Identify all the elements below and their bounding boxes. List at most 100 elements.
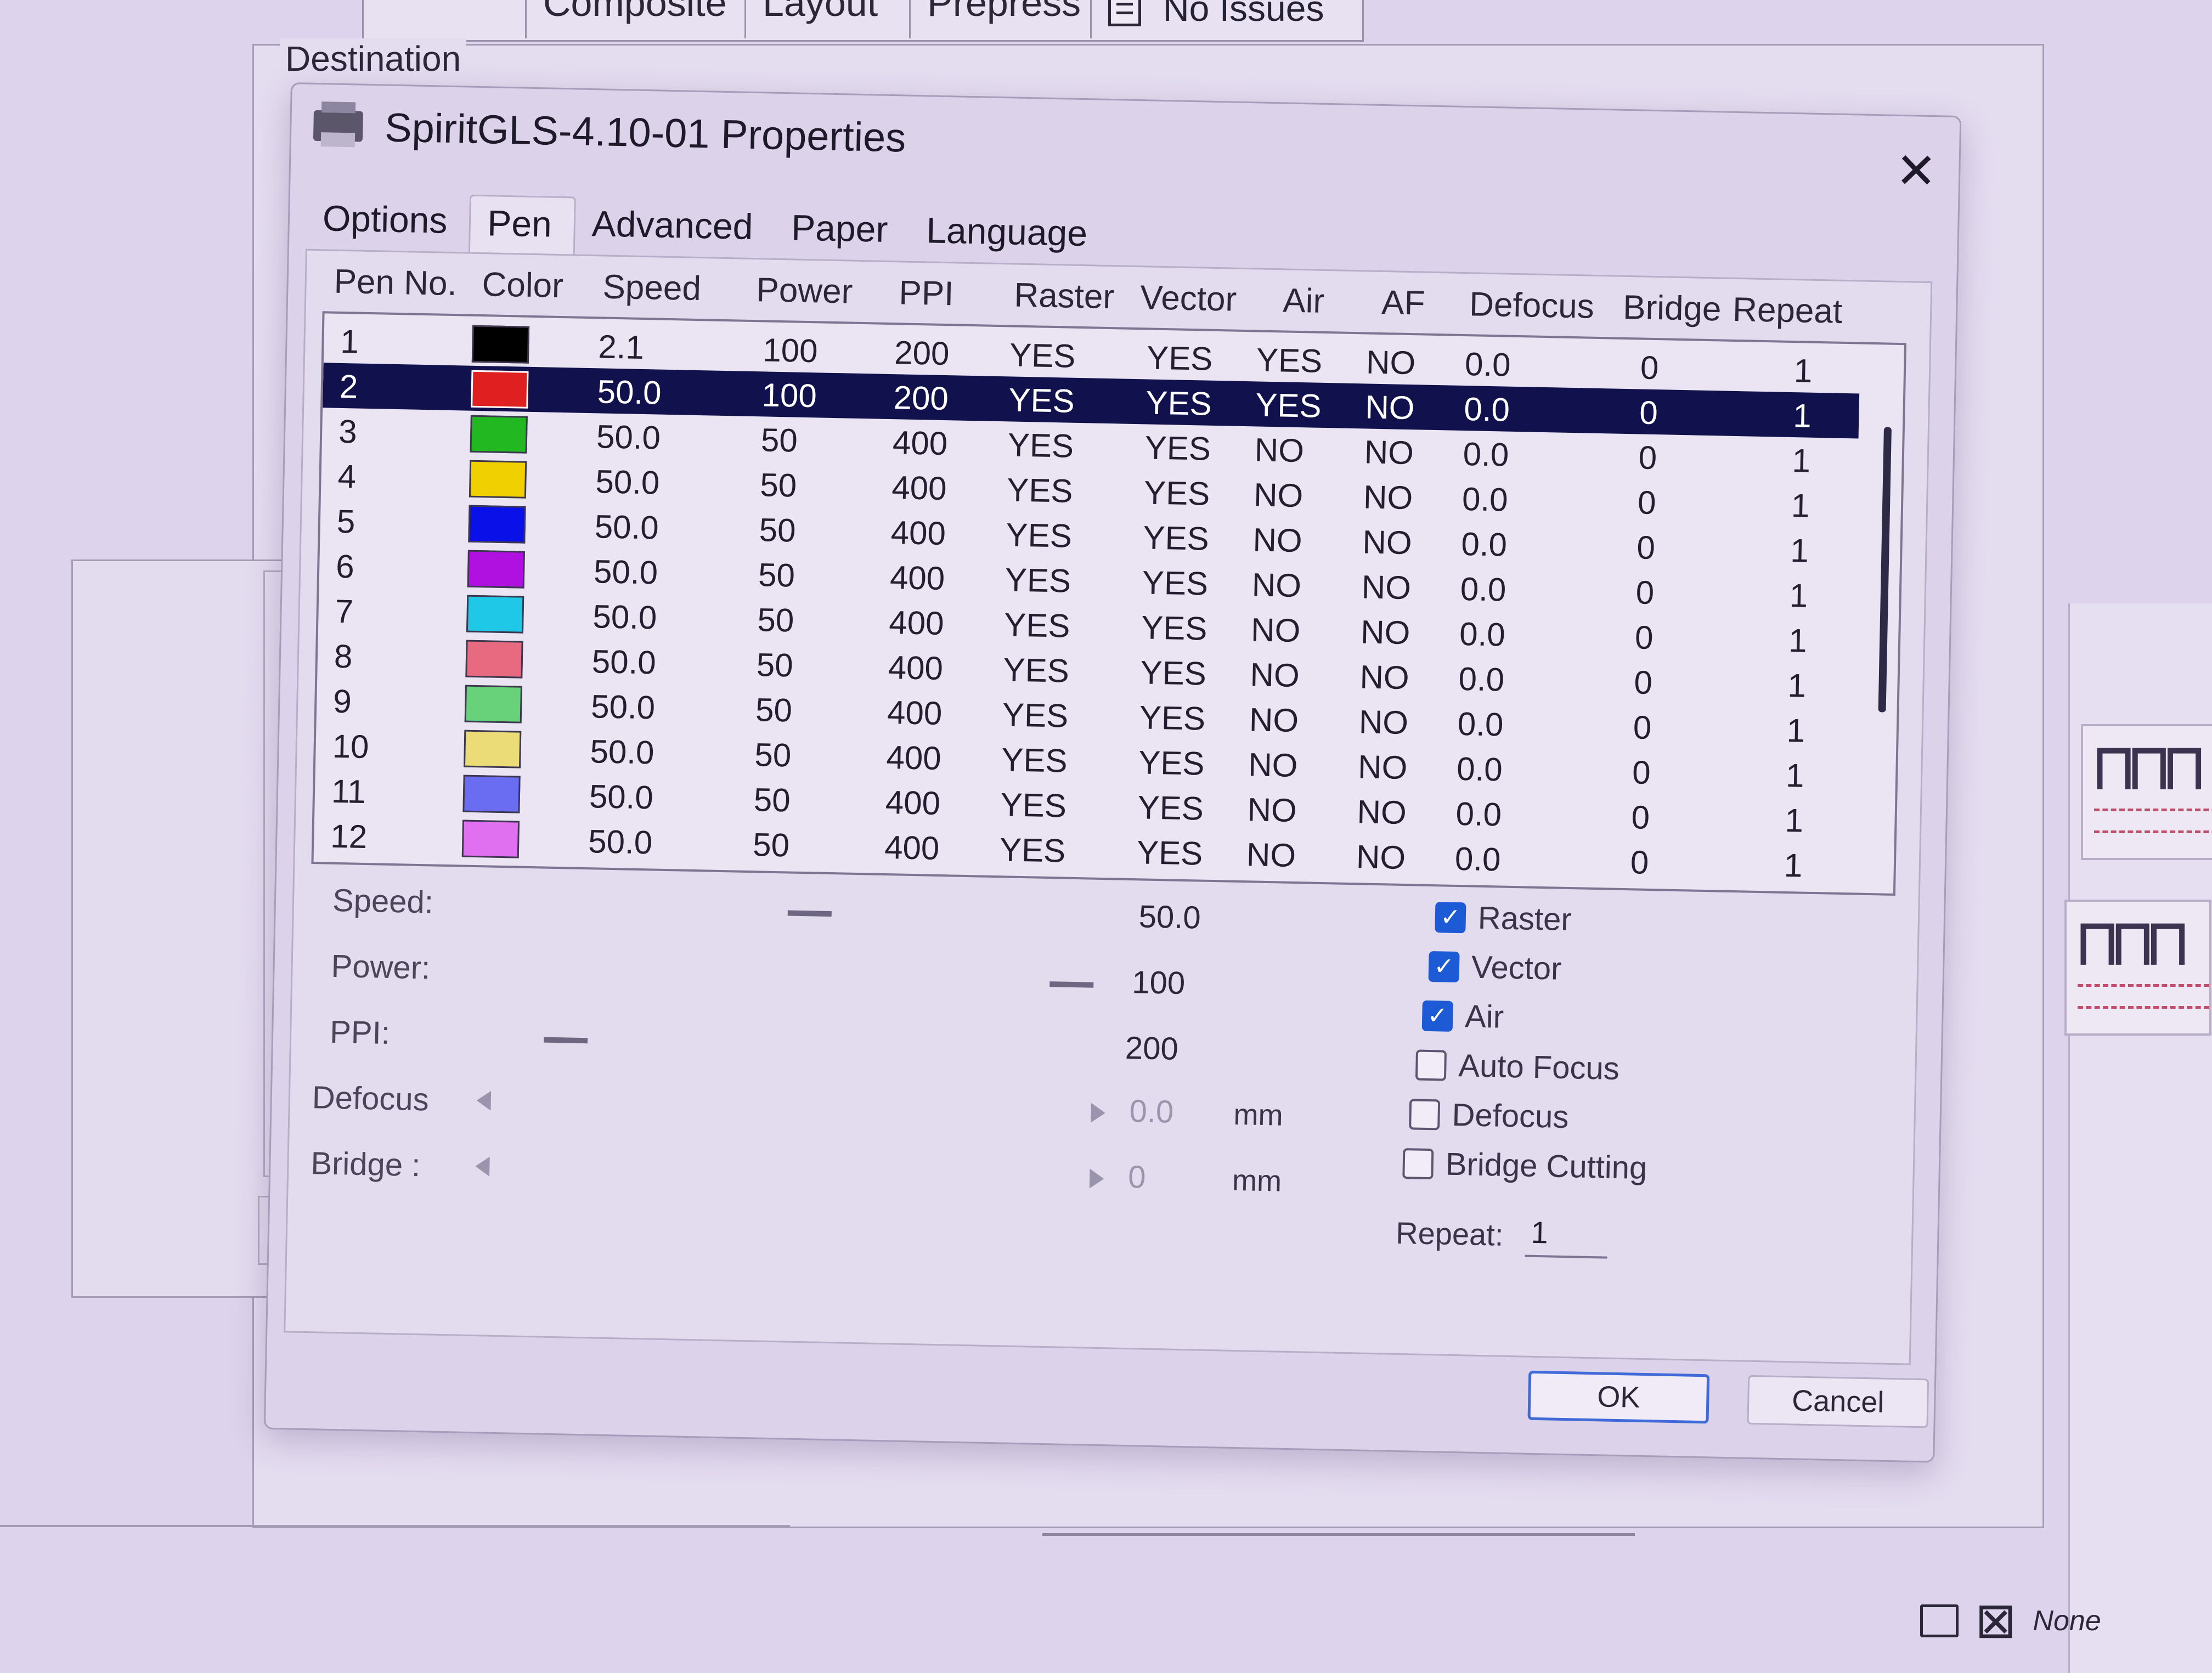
defocus-cell: 0.0 [1463,391,1510,428]
tab-advanced[interactable]: Advanced [575,196,776,260]
power-value[interactable]: 100 [1132,964,1186,1002]
tab-pen[interactable]: Pen [469,194,576,257]
pen-color-swatch[interactable] [471,370,529,409]
pen-number-cell: 5 [336,502,356,540]
background-tab-blank[interactable] [362,0,527,38]
pen-color-swatch[interactable] [466,595,524,634]
defocus-value[interactable]: 0.0 [1129,1093,1174,1131]
repeat-label: Repeat: [1395,1215,1504,1252]
defocus-checkbox[interactable] [1409,1098,1441,1130]
speed-slider[interactable] [787,910,832,917]
page-thumbnail[interactable]: ⊓⊓⊓ [2064,900,2211,1036]
pen-number-cell: 6 [335,547,355,585]
ppi-label: PPI: [329,1014,391,1051]
repeat-input[interactable]: 1 [1525,1213,1609,1259]
issues-indicator[interactable]: No Issues [1092,0,1350,38]
bridge-decrease-arrow[interactable] [475,1156,490,1177]
bridge-value[interactable]: 0 [1128,1158,1147,1196]
bridge-cutting-checkbox[interactable] [1402,1148,1434,1179]
power-cell: 50 [757,601,794,639]
pen-color-swatch[interactable] [471,325,530,364]
pen-color-swatch[interactable] [468,505,526,544]
pen-color-swatch[interactable] [470,415,528,454]
background-tab-prepress[interactable]: Prepress [911,0,1092,38]
speed-value[interactable]: 50.0 [1138,898,1201,936]
background-divider [0,1525,790,1527]
tab-options[interactable]: Options [306,191,470,255]
bridge-increase-arrow[interactable] [1089,1168,1104,1189]
auto-focus-checkbox-row[interactable]: Auto Focus [1415,1047,1620,1087]
header-bridge[interactable]: Bridge [1623,288,1722,329]
ppi-value[interactable]: 200 [1125,1030,1178,1067]
bridge-cutting-checkbox-row[interactable]: Bridge Cutting [1402,1145,1647,1186]
raster-checkbox[interactable]: ✓ [1435,901,1466,933]
background-tab-layout[interactable]: Layout [746,0,911,38]
raster-checkbox-row[interactable]: ✓ Raster [1435,898,1572,938]
header-raster[interactable]: Raster [1014,276,1115,317]
close-button[interactable]: ✕ [1895,144,1937,199]
header-repeat[interactable]: Repeat [1733,290,1843,331]
scrollbar[interactable] [1878,427,1892,713]
pen-color-swatch[interactable] [461,819,520,858]
header-vector[interactable]: Vector [1140,278,1237,319]
defocus-checkbox-row[interactable]: Defocus [1409,1095,1569,1135]
vector-checkbox-row[interactable]: ✓ Vector [1428,948,1562,987]
air-checkbox[interactable]: ✓ [1421,1000,1453,1032]
pen-color-swatch[interactable] [464,685,522,724]
background-tab-composite[interactable]: Composite [527,0,746,38]
monitor-icon[interactable] [1920,1604,1959,1637]
defocus-cell: 0.0 [1458,660,1505,698]
vector-cell: YES [1136,834,1203,872]
defocus-label: Defocus [312,1079,430,1118]
ok-button[interactable]: OK [1527,1370,1710,1424]
pen-color-swatch[interactable] [462,775,521,813]
close-x-icon[interactable]: ⊠ [1975,1596,2016,1646]
pen-color-swatch[interactable] [464,730,522,768]
tab-language[interactable]: Language [909,204,1110,267]
speed-cell: 50.0 [590,688,656,726]
waveform-icon: ⊓⊓⊓ [2094,729,2204,805]
bridge-cell: 0 [1635,574,1655,612]
pen-color-swatch[interactable] [465,640,523,679]
header-pen-no[interactable]: Pen No. [334,262,457,303]
header-power[interactable]: Power [756,270,853,312]
vector-cell: YES [1143,474,1211,512]
bridge-cell: 0 [1634,619,1654,657]
pen-table[interactable]: 1 2.1 100 200 YES YES YES NO 0.0 0 1 2 50.0 100 200 YES… [311,311,1907,896]
pen-color-swatch[interactable] [469,460,527,499]
header-defocus[interactable]: Defocus [1469,285,1595,326]
power-cell: 50 [755,691,793,729]
air-checkbox-row[interactable]: ✓ Air [1421,997,1504,1036]
page-thumbnail[interactable]: ⊓⊓⊓ [2081,724,2212,860]
repeat-cell: 1 [1786,711,1805,749]
header-air[interactable]: Air [1283,281,1325,321]
power-cell: 100 [761,376,817,415]
vector-checkbox[interactable]: ✓ [1428,951,1460,982]
raster-cell: YES [1008,381,1075,420]
defocus-increase-arrow[interactable] [1091,1103,1105,1123]
repeat-cell: 1 [1785,756,1805,794]
raster-cell: YES [1006,516,1073,555]
repeat-field: Repeat: 1 [1396,1211,1609,1259]
header-color[interactable]: Color [482,265,564,306]
raster-cell: YES [1002,696,1069,734]
power-slider[interactable] [1049,981,1094,988]
background-divider [1042,1533,1635,1536]
pen-number-cell: 4 [337,457,357,495]
bridge-cell: 0 [1639,394,1658,432]
ppi-slider[interactable] [543,1037,588,1044]
header-ppi[interactable]: PPI [899,273,954,313]
tab-paper[interactable]: Paper [774,201,910,263]
air-checkbox-label: Air [1464,998,1504,1035]
cancel-button[interactable]: Cancel [1747,1375,1929,1428]
repeat-cell: 1 [1793,352,1813,389]
header-af[interactable]: AF [1381,283,1426,323]
pen-color-swatch[interactable] [467,550,525,589]
auto-focus-checkbox[interactable] [1415,1049,1447,1081]
defocus-decrease-arrow[interactable] [476,1090,492,1111]
pen-number-cell: 9 [332,682,352,720]
auto-focus-checkbox-label: Auto Focus [1458,1048,1620,1087]
destination-label: Destination [280,38,467,79]
bridge-label: Bridge : [310,1145,421,1184]
header-speed[interactable]: Speed [602,267,702,308]
